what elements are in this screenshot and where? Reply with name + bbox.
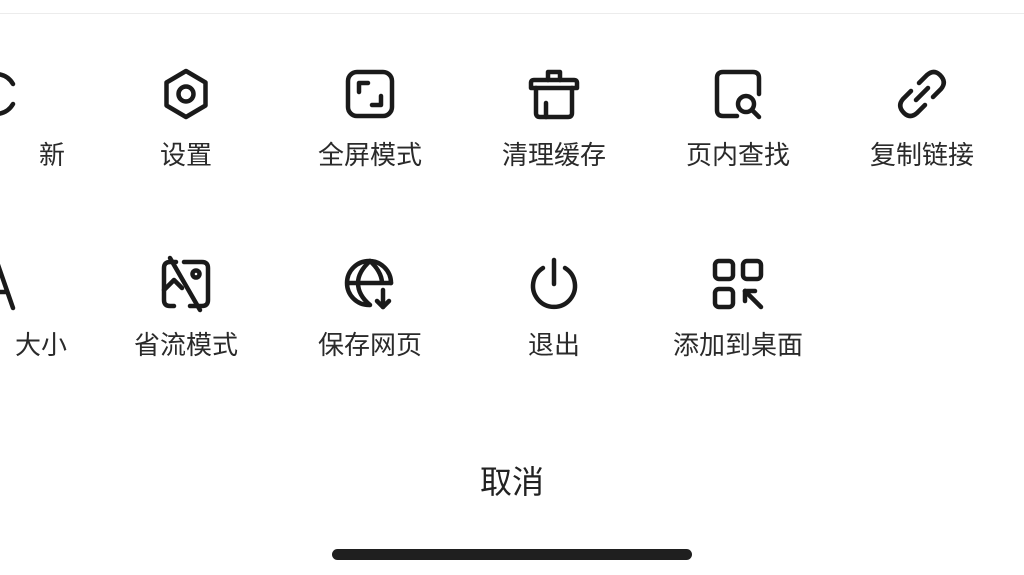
find-in-page-icon (710, 66, 766, 122)
menu-item-data-saver[interactable]: 省流模式 (96, 244, 276, 394)
menu-item-copy-link[interactable]: 复制链接 (832, 54, 1012, 204)
clear-cache-icon (526, 66, 582, 122)
menu-item-add-to-desktop[interactable]: 添加到桌面 (648, 244, 828, 394)
menu-item-label: 清理缓存 (501, 141, 606, 171)
menu-item-refresh[interactable]: 新 (0, 54, 87, 204)
cancel-button[interactable]: 取消 (412, 450, 612, 510)
power-icon (526, 256, 582, 312)
save-webpage-icon (342, 256, 398, 312)
menu-item-clear-cache[interactable]: 清理缓存 (464, 54, 644, 204)
menu-item-font-size[interactable]: 大小 (0, 244, 87, 394)
menu-item-label: 省流模式 (133, 331, 238, 361)
fullscreen-icon (342, 66, 398, 122)
menu-item-label: 添加到桌面 (672, 331, 803, 361)
data-saver-icon (158, 255, 214, 313)
qr-code-icon (710, 256, 766, 312)
refresh-icon (0, 66, 25, 122)
menu-item-label: 全屏模式 (317, 141, 422, 171)
menu-item-find-in-page[interactable]: 页内查找 (648, 54, 828, 204)
menu-item-label: 大小 (14, 331, 67, 361)
font-size-icon (0, 256, 25, 312)
menu-item-fullscreen[interactable]: 全屏模式 (280, 54, 460, 204)
menu-item-label: 复制链接 (869, 141, 974, 171)
menu-item-exit[interactable]: 退出 (464, 244, 644, 394)
top-divider (0, 13, 1024, 14)
menu-item-label: 保存网页 (317, 331, 422, 361)
link-icon (894, 66, 950, 122)
home-indicator[interactable] (332, 549, 692, 560)
settings-icon (158, 66, 214, 122)
menu-item-label: 设置 (159, 141, 212, 171)
menu-item-settings[interactable]: 设置 (96, 54, 276, 204)
menu-item-label: 退出 (527, 331, 580, 361)
menu-item-label: 新 (38, 141, 65, 171)
menu-item-save-webpage[interactable]: 保存网页 (280, 244, 460, 394)
menu-item-label: 页内查找 (685, 141, 790, 171)
